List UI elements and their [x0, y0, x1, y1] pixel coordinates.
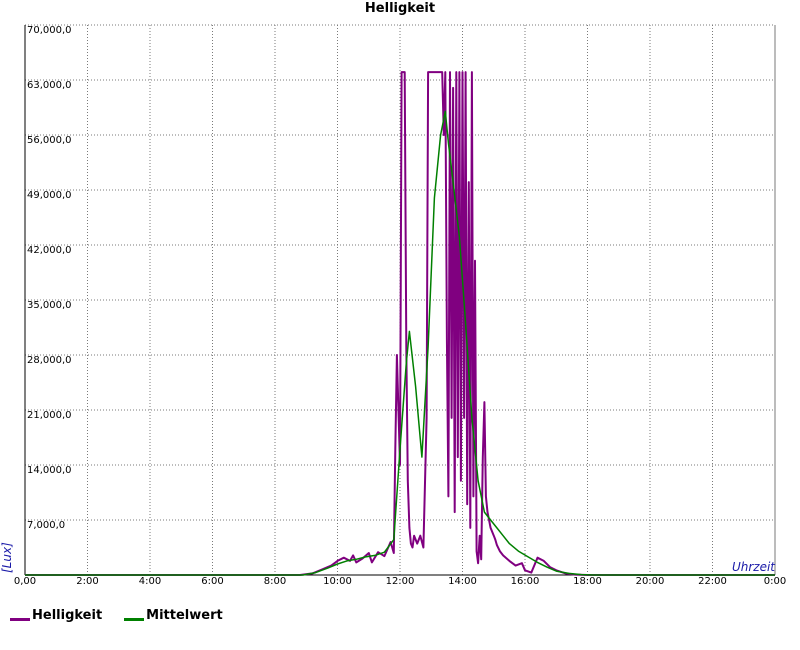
- y-tick-labels: 7,000,0 14,000,0 21,000,0 28,000,0 35,000,0 4…: [27, 25, 72, 531]
- x-tick-label: 12:00: [386, 576, 415, 587]
- legend-swatch-helligkeit: [10, 618, 30, 621]
- x-tick-label: 8:00: [264, 576, 286, 587]
- y-tick-label: 70,000,0: [27, 25, 72, 36]
- y-axis-label: [Lux]: [0, 542, 14, 573]
- chart-title: Helligkeit: [365, 1, 435, 16]
- y-tick-label: 49,000,0: [27, 190, 72, 201]
- x-tick-label: 4:00: [139, 576, 161, 587]
- x-tick-labels: 0,00 2:00 4:00 6:00 8:00 10:00 12:00 14:00 16:00…: [14, 576, 786, 587]
- y-tick-label: 35,000,0: [27, 300, 72, 311]
- y-tick-label: 56,000,0: [27, 135, 72, 146]
- y-tick-label: 14,000,0: [27, 465, 72, 476]
- y-tick-label: 42,000,0: [27, 245, 72, 256]
- x-tick-label: 10:00: [323, 576, 352, 587]
- y-tick-label: 7,000,0: [27, 520, 65, 531]
- x-tick-label: 20:00: [636, 576, 665, 587]
- y-tick-label: 21,000,0: [27, 410, 72, 421]
- y-tick-label: 28,000,0: [27, 355, 72, 366]
- x-tick-label: 2:00: [76, 576, 98, 587]
- legend-item-helligkeit: Helligkeit: [10, 608, 102, 623]
- chart: Helligkeit 7,000,0 14,000,0 21,000,0 28,000…: [0, 1, 786, 587]
- legend: Helligkeit Mittelwert: [10, 608, 223, 623]
- legend-swatch-mittelwert: [124, 618, 145, 621]
- x-tick-label: 6:00: [201, 576, 223, 587]
- x-tick-label: 18:00: [573, 576, 602, 587]
- x-tick-label: 22:00: [698, 576, 727, 587]
- x-axis-label: Uhrzeit: [732, 560, 776, 574]
- y-tick-label: 63,000,0: [27, 80, 72, 91]
- x-tick-label: 14:00: [448, 576, 477, 587]
- x-tick-label: 0,00: [14, 576, 36, 587]
- legend-label-mittelwert: Mittelwert: [146, 608, 223, 623]
- legend-label-helligkeit: Helligkeit: [32, 608, 103, 623]
- x-tick-label: 16:00: [511, 576, 540, 587]
- x-tick-label: 0:00: [764, 576, 786, 587]
- legend-item-mittelwert: Mittelwert: [124, 608, 223, 623]
